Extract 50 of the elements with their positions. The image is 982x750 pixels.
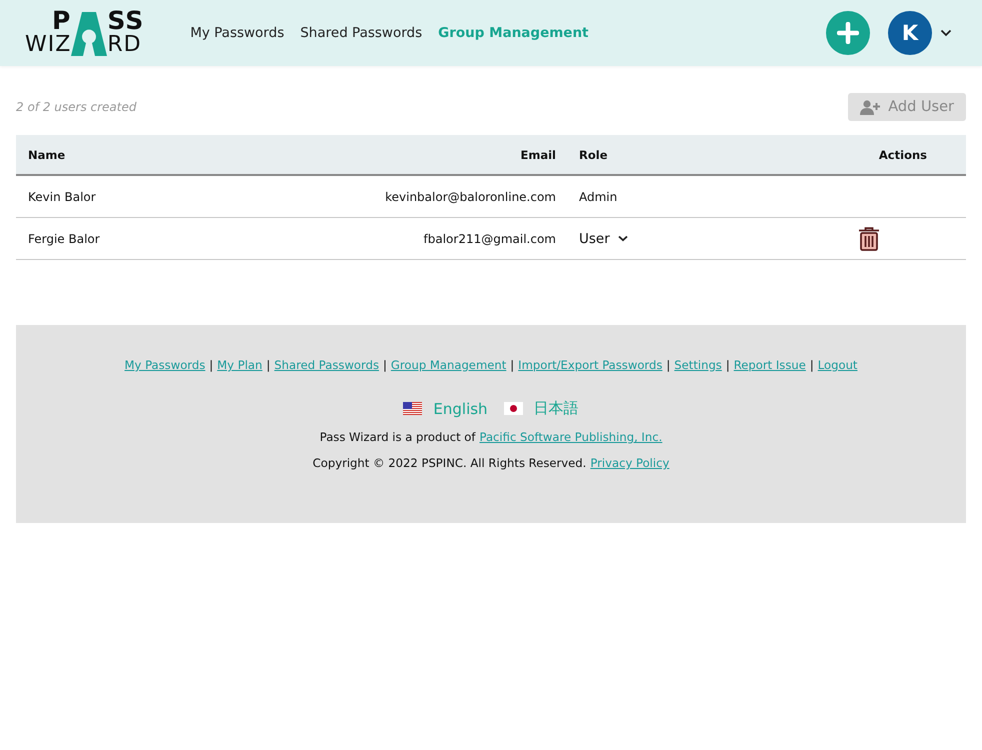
- privacy-policy-link[interactable]: Privacy Policy: [590, 456, 670, 470]
- link-separator: |: [383, 358, 387, 372]
- nav-link[interactable]: Shared Passwords: [300, 25, 422, 41]
- footer-link[interactable]: Settings: [674, 358, 722, 372]
- trash-icon: [858, 226, 880, 250]
- delete-button[interactable]: [858, 226, 880, 250]
- footer-link[interactable]: Report Issue: [734, 358, 806, 372]
- footer-link[interactable]: Shared Passwords: [274, 358, 379, 372]
- email-cell-text: fbalor211@gmail.com: [422, 232, 557, 246]
- link-separator: |: [209, 358, 214, 372]
- logo-text: RD: [107, 34, 142, 56]
- column-header: Actions: [878, 148, 928, 162]
- link-separator: |: [666, 358, 670, 372]
- link-separator: |: [266, 358, 270, 372]
- nav-link[interactable]: My Passwords: [190, 25, 284, 41]
- us-flag-icon: [403, 402, 422, 415]
- caret-icon: [618, 235, 628, 242]
- column-header: Email: [520, 148, 557, 162]
- name-cell-text: Kevin Balor: [27, 190, 97, 204]
- footer-link[interactable]: My Plan: [217, 358, 262, 372]
- copyright-text: Copyright © 2022 PSPINC. All Rights Reserved.: [312, 456, 586, 470]
- role-dropdown[interactable]: User: [579, 230, 628, 246]
- column-header: Name: [27, 148, 66, 162]
- language-option[interactable]: English: [403, 400, 488, 418]
- link-separator: |: [726, 358, 730, 372]
- name-cell-text: Fergie Balor: [27, 232, 101, 246]
- footer-link[interactable]: Group Management: [390, 358, 506, 372]
- email-cell-text: kevinbalor@baloronline.com: [384, 190, 557, 204]
- logo-text: P: [52, 10, 72, 32]
- logo-text: SS: [107, 10, 144, 32]
- footer-link[interactable]: Logout: [818, 358, 858, 372]
- language-option[interactable]: 日本語: [504, 399, 579, 418]
- logo-text: WIZ: [25, 34, 72, 56]
- japan-flag-icon: [504, 402, 523, 415]
- product-text: Pass Wizard is a product of: [320, 430, 476, 444]
- company-link[interactable]: Pacific Software Publishing, Inc.: [479, 430, 662, 444]
- add-button[interactable]: [826, 11, 870, 55]
- nav-link[interactable]: Group Management: [438, 25, 589, 41]
- plus-icon: [837, 22, 859, 44]
- link-separator: |: [810, 358, 814, 372]
- add-user-icon: [860, 100, 880, 114]
- link-separator: |: [510, 358, 514, 372]
- role-cell-text: Admin: [578, 190, 618, 204]
- user-avatar[interactable]: K: [888, 11, 932, 55]
- footer-link[interactable]: Import/Export Passwords: [518, 358, 662, 372]
- keyhole-logo-icon: [71, 12, 108, 56]
- column-header: Role: [578, 148, 608, 162]
- chevron-down-icon[interactable]: [940, 29, 952, 37]
- footer-link[interactable]: My Passwords: [124, 358, 206, 372]
- users-count: 2 of 2 users created: [16, 100, 136, 114]
